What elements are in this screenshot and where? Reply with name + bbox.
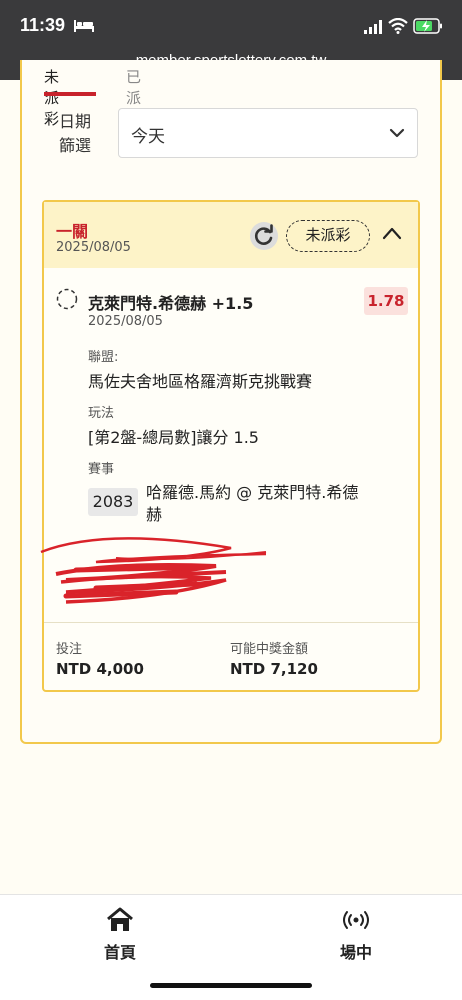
league-label: 聯盟: — [88, 350, 119, 365]
bet-type: 一關 — [56, 222, 89, 241]
pending-circle-icon — [56, 288, 78, 310]
redaction-scribble — [40, 537, 267, 604]
date-filter-select[interactable]: 今天 — [118, 108, 418, 158]
live-broadcast-icon — [343, 911, 369, 929]
date-filter-label-line2: 篩選 — [58, 136, 91, 155]
home-icon — [107, 907, 133, 931]
event-id-badge: 2083 — [88, 488, 138, 516]
market-label: 玩法 — [88, 406, 115, 421]
bet-date: 2025/08/05 — [56, 240, 131, 255]
event-name: 哈羅德.馬約 @ 克萊門特.希德赫 — [146, 483, 359, 524]
chevron-down-icon — [389, 128, 405, 138]
bet-slip-card: 一關 2025/08/05 未派彩 克萊門特.希德赫 +1.5 1.78 202… — [40, 200, 420, 692]
wifi-icon — [388, 18, 408, 34]
nav-live[interactable]: 場中 — [316, 907, 396, 963]
chevron-up-icon[interactable] — [382, 226, 402, 240]
home-indicator — [150, 983, 312, 988]
date-filter-value: 今天 — [131, 127, 165, 147]
card-divider — [44, 622, 418, 623]
refresh-button[interactable] — [250, 222, 278, 250]
nav-live-label: 場中 — [339, 943, 372, 962]
bottom-nav: 首頁 場中 — [0, 894, 462, 1000]
refresh-icon — [255, 224, 273, 245]
bet-card-header: 一關 2025/08/05 未派彩 — [44, 202, 418, 268]
potential-payout-amount: NTD 7,120 — [230, 660, 318, 678]
bed-icon — [74, 20, 94, 32]
odds-badge: 1.78 — [364, 287, 408, 315]
date-filter-label-line1: 日期 — [58, 112, 91, 131]
event-label: 賽事 — [88, 462, 115, 477]
stake-amount: NTD 4,000 — [56, 660, 144, 678]
status-time: 11:39 — [20, 15, 66, 35]
selection-name: 克萊門特.希德赫 +1.5 — [88, 294, 254, 313]
selection-date: 2025/08/05 — [88, 314, 163, 329]
status-badge: 未派彩 — [286, 220, 370, 252]
market-value: [第2盤-總局數]讓分 1.5 — [88, 428, 259, 447]
stake-label: 投注 — [56, 642, 83, 657]
date-filter-label: 日期 篩選 — [50, 110, 100, 158]
nav-home-label: 首頁 — [103, 943, 136, 962]
nav-home[interactable]: 首頁 — [80, 907, 160, 963]
potential-payout-label: 可能中獎金額 — [230, 642, 309, 657]
tab-active-indicator — [44, 92, 96, 96]
battery-charging-icon — [413, 18, 442, 34]
signal-icon — [364, 20, 382, 34]
league-value: 馬佐夫舍地區格羅濟斯克挑戰賽 — [88, 372, 313, 391]
